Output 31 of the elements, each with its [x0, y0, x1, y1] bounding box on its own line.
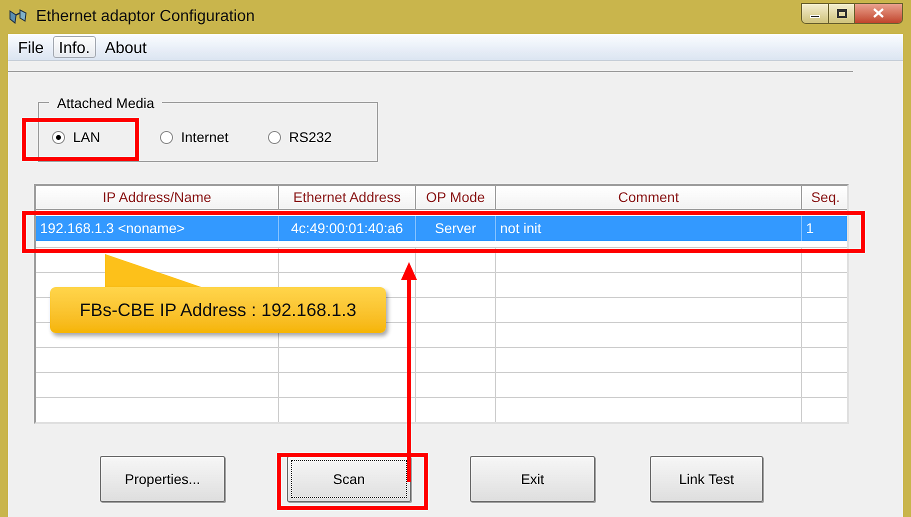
radio-label: Internet [181, 128, 228, 147]
column-header[interactable]: IP Address/Name [36, 186, 279, 209]
table-cell-text: 192.168.1.3 <noname> [39, 219, 186, 238]
radio-button[interactable] [268, 131, 281, 144]
radio-label: RS232 [289, 128, 332, 147]
table-cell-text: 1 [805, 219, 815, 238]
close-button[interactable] [855, 4, 902, 22]
menu-item[interactable]: About [98, 36, 153, 58]
table-cell-text: 4c:49:00:01:40:a6 [290, 219, 404, 238]
column-header[interactable]: Comment [496, 186, 802, 209]
network-adapter-icon [8, 8, 28, 26]
dialog-button[interactable]: Scan [287, 456, 411, 502]
window-title: Ethernet adaptor Configuration [36, 7, 255, 27]
dialog-button[interactable]: Exit [470, 456, 595, 502]
dialog-button[interactable]: Link Test [650, 456, 763, 502]
table-cell-text: Server [434, 219, 478, 238]
minimize-icon [810, 14, 820, 18]
radio-button[interactable] [160, 131, 173, 144]
maximize-button[interactable] [829, 4, 855, 22]
column-header[interactable]: Ethernet Address [279, 186, 416, 209]
callout-text: FBs-CBE IP Address : 192.168.1.3 [80, 298, 356, 322]
menu-item[interactable]: File [12, 36, 50, 58]
minimize-button[interactable] [802, 4, 829, 22]
column-header[interactable]: OP Mode [416, 186, 496, 209]
radio-button[interactable] [52, 131, 65, 144]
dialog-button[interactable]: Properties... [100, 456, 225, 502]
table-cell-text: not init [499, 219, 542, 238]
maximize-icon [836, 8, 846, 18]
close-icon [873, 8, 884, 18]
radio-label: LAN [73, 128, 100, 147]
menu-item[interactable]: Info. [52, 36, 96, 58]
